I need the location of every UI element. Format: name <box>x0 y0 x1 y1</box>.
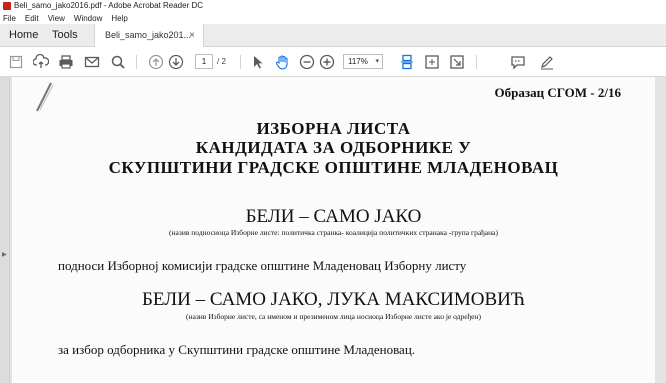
search-icon[interactable] <box>110 54 126 70</box>
menu-view[interactable]: View <box>48 14 65 23</box>
list-full-name: БЕЛИ – САМО ЈАКО, ЛУКА МАКСИМОВИЋ <box>141 289 525 310</box>
heading-line-3: СКУПШТИНИ ГРАДСКЕ ОПШТИНЕ МЛАДЕНОВАЦ <box>108 158 559 177</box>
expand-panel-icon[interactable]: ▶ <box>2 251 7 258</box>
page-total: / 2 <box>217 57 226 66</box>
menu-file[interactable]: File <box>3 14 16 23</box>
pdf-page: Образац СГОМ - 2/16 ИЗБОРНА ЛИСТА КАНДИД… <box>12 77 655 383</box>
acrobat-app-icon <box>3 2 11 10</box>
toolbar: 1 / 2 117% ▾ <box>0 47 666 77</box>
heading-line-1: ИЗБОРНА ЛИСТА <box>256 119 411 138</box>
email-icon[interactable] <box>84 54 100 70</box>
list-name: БЕЛИ – САМО ЈАКО <box>245 206 422 227</box>
scroll-mode-icon[interactable] <box>399 54 415 70</box>
document-viewer[interactable]: ▶ Образац СГОМ - 2/16 ИЗБОРНА ЛИСТА КАНД… <box>0 77 666 383</box>
select-arrow-icon[interactable] <box>250 54 266 70</box>
next-page-icon[interactable] <box>168 54 184 70</box>
document-tab-label: Beli_samo_jako201... <box>105 30 192 40</box>
list-name-caption: (назив подносиоца Изборне листе: политич… <box>169 228 498 237</box>
close-tab-icon[interactable]: × <box>189 24 195 47</box>
zoom-out-icon[interactable] <box>299 54 315 70</box>
tab-document[interactable]: Beli_samo_jako201... × <box>94 24 204 48</box>
toolbar-separator <box>476 55 477 69</box>
fit-page-icon[interactable] <box>424 54 440 70</box>
comment-icon[interactable] <box>510 54 526 70</box>
zoom-level-select[interactable]: 117% ▾ <box>343 54 383 69</box>
hand-icon[interactable] <box>274 54 290 70</box>
zoom-in-icon[interactable] <box>319 54 335 70</box>
menu-bar: File Edit View Window Help <box>0 12 666 24</box>
toolbar-separator <box>136 55 137 69</box>
heading-line-2: КАНДИДАТА ЗА ОДБОРНИКЕ У <box>195 138 472 157</box>
list-full-name-caption: (назив Изборне листе, са именом и презим… <box>185 312 482 321</box>
menu-help[interactable]: Help <box>111 14 127 23</box>
full-screen-icon[interactable] <box>449 54 465 70</box>
menu-window[interactable]: Window <box>74 14 102 23</box>
title-bar: Beli_samo_jako2016.pdf - Adobe Acrobat R… <box>0 0 666 12</box>
zoom-level-value: 117% <box>348 57 368 66</box>
tab-row: Home Tools Beli_samo_jako201... × <box>0 24 666 48</box>
pen-mark-icon <box>36 82 54 112</box>
left-panel-handle[interactable]: ▶ <box>0 77 10 383</box>
submits-text: подноси Изборној комисији градске општин… <box>58 258 467 273</box>
election-text: за избор одборника у Скупштини градске о… <box>58 342 416 357</box>
tab-tools[interactable]: Tools <box>52 24 78 47</box>
prev-page-icon[interactable] <box>148 54 164 70</box>
tab-home[interactable]: Home <box>9 24 38 47</box>
save-icon[interactable] <box>8 54 24 70</box>
chevron-down-icon: ▾ <box>375 58 379 65</box>
form-code: Образац СГОМ - 2/16 <box>494 85 621 100</box>
page-number-input[interactable]: 1 <box>195 54 213 69</box>
menu-edit[interactable]: Edit <box>25 14 39 23</box>
toolbar-separator <box>240 55 241 69</box>
window-title: Beli_samo_jako2016.pdf - Adobe Acrobat R… <box>14 1 204 10</box>
print-icon[interactable] <box>58 54 74 70</box>
upload-icon[interactable] <box>33 54 49 70</box>
sign-icon[interactable] <box>539 54 555 70</box>
